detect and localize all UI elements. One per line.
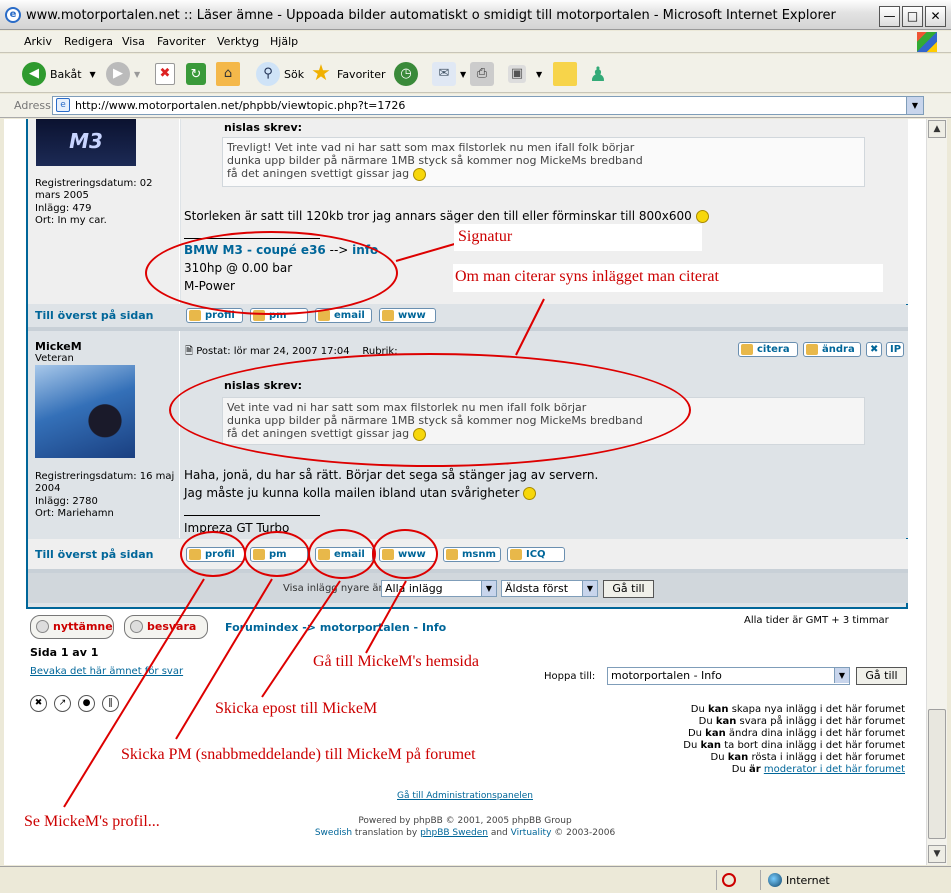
note-icon <box>553 62 577 86</box>
menu-favoriter[interactable]: Favoriter <box>157 35 205 48</box>
messenger-icon: ♟ <box>589 62 607 86</box>
edit-dropdown-icon[interactable]: ▼ <box>536 70 542 79</box>
messenger-button[interactable]: ♟ <box>586 60 614 88</box>
close-button[interactable]: ✕ <box>925 6 946 27</box>
annotation-profile-note: Se MickeM's profil... <box>24 813 160 830</box>
scroll-down-icon[interactable]: ▼ <box>928 845 946 863</box>
status-bar: Internet <box>0 866 951 893</box>
menu-verktyg[interactable]: Verktyg <box>217 35 259 48</box>
address-bar: Adress e http://www.motorportalen.net/ph… <box>0 94 951 118</box>
favorites-button[interactable]: ★ Favoriter <box>309 60 385 88</box>
stop-button[interactable]: ✖ <box>155 60 179 88</box>
back-dropdown-icon[interactable]: ▼ <box>90 70 96 79</box>
vertical-scrollbar[interactable]: ▲ ▼ <box>926 119 947 865</box>
back-arrow-icon: ◀ <box>22 62 46 86</box>
page-icon: e <box>56 98 70 112</box>
menu-arkiv[interactable]: Arkiv <box>24 35 52 48</box>
security-icon <box>722 873 736 887</box>
toolbar: ◀ Bakåt ▼ ▶ ▼ ✖ ↻ ⌂ ⚲ Sök ★ Favoriter ◷ ✉ ▼ ⎙ … <box>0 54 951 93</box>
search-icon: ⚲ <box>256 62 280 86</box>
mail-button[interactable]: ✉ ▼ <box>432 60 466 88</box>
forward-button[interactable]: ▶ ▼ <box>106 60 140 88</box>
forward-dropdown-icon[interactable]: ▼ <box>134 70 140 79</box>
scroll-thumb[interactable] <box>928 709 946 839</box>
menu-redigera[interactable]: Redigera <box>64 35 113 48</box>
refresh-button[interactable]: ↻ <box>186 60 210 88</box>
internet-globe-icon <box>768 873 782 887</box>
edit-icon: ▣ <box>508 65 526 83</box>
annotation-pm-note: Skicka PM (snabbmeddelande) till MickeM … <box>121 746 476 763</box>
stop-icon: ✖ <box>155 63 175 85</box>
discuss-button[interactable] <box>553 60 581 88</box>
annotation-email-note: Skicka epost till MickeM <box>215 700 378 717</box>
title-bar: e www.motorportalen.net :: Läser ämne - … <box>0 0 951 30</box>
address-label: Adress <box>14 99 51 112</box>
windows-logo-icon <box>917 32 937 52</box>
status-divider <box>716 870 717 890</box>
mail-icon: ✉ <box>432 62 456 86</box>
refresh-icon: ↻ <box>186 63 206 85</box>
menu-hjalp[interactable]: Hjälp <box>270 35 298 48</box>
annotation-quote-note: Om man citerar syns inlägget man citerat <box>455 268 719 285</box>
favorites-star-icon: ★ <box>311 61 331 86</box>
print-icon: ⎙ <box>470 62 494 86</box>
history-button[interactable]: ◷ <box>394 60 422 88</box>
minimize-button[interactable]: — <box>879 6 900 27</box>
search-button[interactable]: ⚲ Sök <box>256 60 304 88</box>
menu-visa[interactable]: Visa <box>122 35 145 48</box>
address-dropdown-icon[interactable]: ▼ <box>906 97 923 114</box>
mail-dropdown-icon[interactable]: ▼ <box>460 70 466 79</box>
status-divider <box>760 870 761 890</box>
window-title: www.motorportalen.net :: Läser ämne - Up… <box>26 8 836 23</box>
zone-label: Internet <box>786 874 830 887</box>
annotation-www-note: Gå till MickeM's hemsida <box>313 653 479 670</box>
print-button[interactable]: ⎙ <box>470 60 498 88</box>
scroll-up-icon[interactable]: ▲ <box>928 120 946 138</box>
page-content: M3 Registreringsdatum: 02 mars 2005 Inlä… <box>4 119 926 865</box>
menu-bar: Arkiv Redigera Visa Favoriter Verktyg Hj… <box>0 31 951 53</box>
home-button[interactable]: ⌂ <box>216 60 244 88</box>
forward-arrow-icon: ▶ <box>106 62 130 86</box>
annotation-signature-box: Signatur <box>454 224 702 251</box>
ie-icon: e <box>5 7 21 23</box>
history-icon: ◷ <box>394 62 418 86</box>
annotation-signature: Signatur <box>458 228 513 245</box>
home-icon: ⌂ <box>216 62 240 86</box>
edit-button[interactable]: ▣ ▼ <box>508 60 542 88</box>
back-button[interactable]: ◀ Bakåt ▼ <box>22 60 96 88</box>
maximize-button[interactable]: □ <box>902 6 923 27</box>
annotation-quote-box: Om man citerar syns inlägget man citerat <box>453 264 883 292</box>
address-input[interactable]: e http://www.motorportalen.net/phpbb/vie… <box>52 96 924 115</box>
